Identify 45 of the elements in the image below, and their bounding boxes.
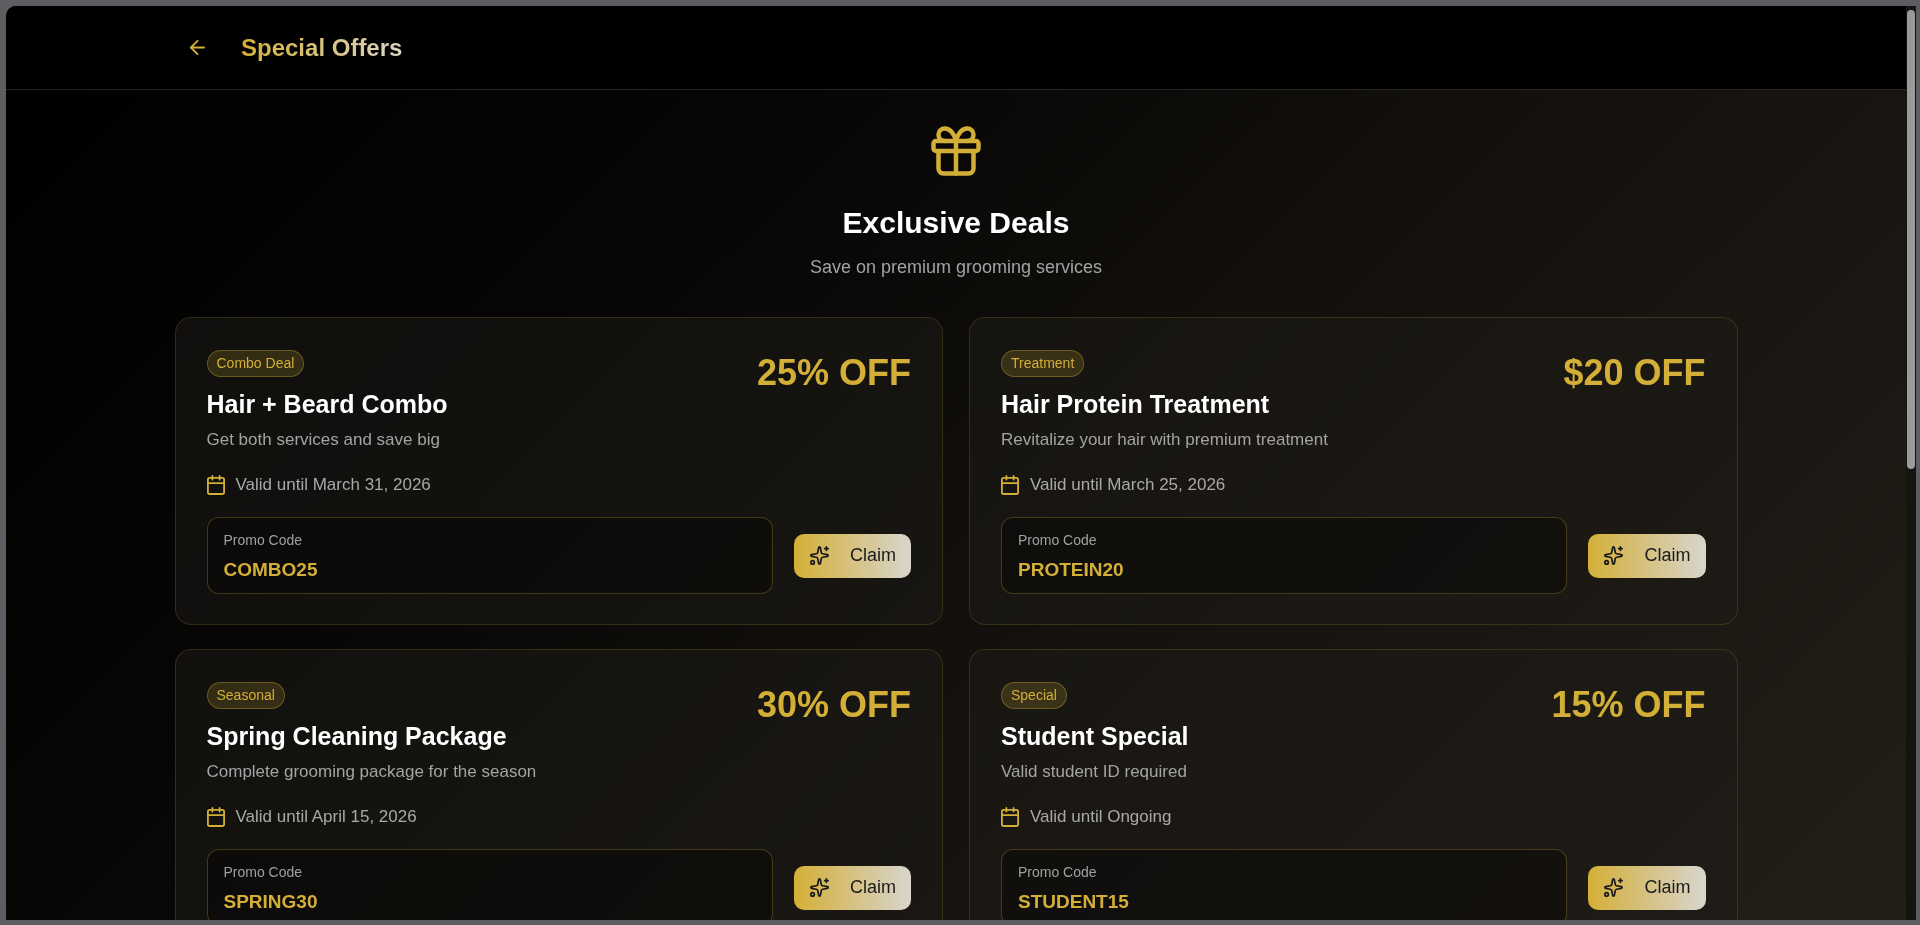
offer-title: Student Special [1001, 721, 1189, 752]
promo-code: SPRING30 [223, 890, 318, 914]
offer-description: Valid student ID required [1001, 761, 1187, 783]
sparkles-icon [810, 878, 829, 897]
claim-button[interactable]: Claim [794, 865, 911, 910]
category-tag: Special [1001, 682, 1067, 709]
discount-amount: 25% OFF [756, 351, 911, 395]
sparkles-icon [1604, 878, 1624, 897]
category-tag: Seasonal [206, 682, 285, 709]
promo-code-label: Promo Code [223, 863, 303, 882]
discount-amount: 30% OFF [756, 683, 911, 727]
offer-title: Hair + Beard Combo [206, 389, 448, 420]
back-button[interactable] [190, 40, 205, 55]
promo-code-label: Promo Code [1018, 531, 1097, 550]
offer-description: Revitalize your hair with premium treatment [1001, 429, 1328, 451]
claim-button[interactable]: Claim [1588, 865, 1706, 910]
discount-amount: 15% OFF [1551, 683, 1706, 727]
offer-description: Complete grooming package for the season [206, 761, 537, 783]
sparkles-icon [810, 546, 829, 565]
sparkles-icon [1604, 546, 1624, 565]
promo-code: COMBO25 [223, 558, 318, 582]
promo-code: STUDENT15 [1018, 890, 1129, 914]
offer-description: Get both services and save big [206, 429, 440, 451]
validity-date: Valid until Ongoing [1030, 806, 1172, 828]
claim-button[interactable]: Claim [794, 533, 911, 578]
calendar-icon [1001, 475, 1019, 495]
promo-code-label: Promo Code [1018, 863, 1097, 882]
validity-date: Valid until March 31, 2026 [235, 474, 431, 496]
offer-title: Spring Cleaning Package [206, 721, 507, 752]
discount-amount: $20 OFF [1563, 351, 1706, 395]
calendar-icon [206, 807, 225, 827]
promo-code-label: Promo Code [223, 531, 303, 550]
category-tag: Treatment [1001, 350, 1085, 377]
scrollbar-thumb[interactable] [1907, 10, 1915, 469]
gift-icon [931, 126, 981, 176]
promo-code: PROTEIN20 [1018, 558, 1124, 582]
section-subtitle: Save on premium grooming services [809, 256, 1103, 279]
validity-date: Valid until March 25, 2026 [1030, 474, 1226, 496]
section-title: Exclusive Deals [842, 205, 1070, 241]
calendar-icon [1001, 807, 1019, 827]
validity-date: Valid until April 15, 2026 [235, 806, 417, 828]
offer-title: Hair Protein Treatment [1001, 389, 1270, 420]
claim-button[interactable]: Claim [1588, 533, 1706, 578]
category-tag: Combo Deal [206, 350, 305, 377]
calendar-icon [206, 475, 225, 495]
